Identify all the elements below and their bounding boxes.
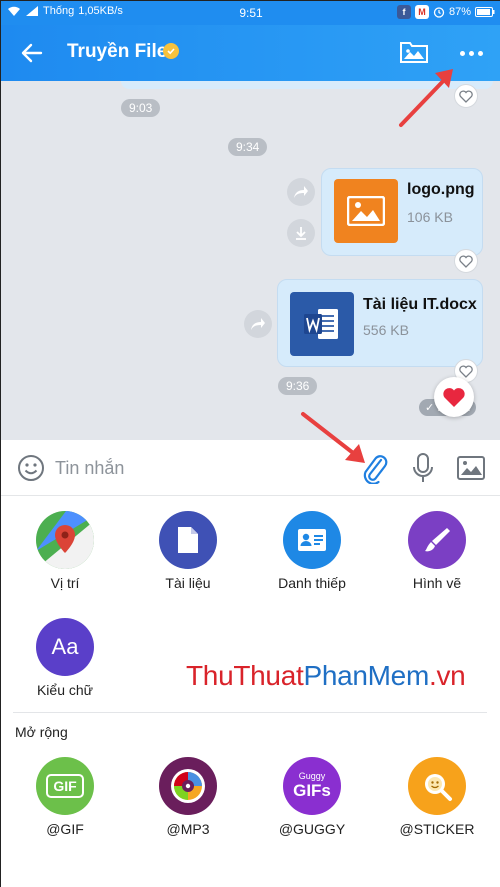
previous-message-bubble[interactable] [121, 81, 493, 89]
download-button[interactable] [287, 219, 315, 247]
option-text-style[interactable]: Aa Kiểu chữ [5, 618, 125, 704]
react-heart-button[interactable] [454, 84, 478, 108]
file-size: 106 KB [407, 209, 453, 225]
battery-icon [475, 7, 495, 17]
option-label: @GUGGY [278, 821, 346, 837]
battery-percent: 87% [448, 6, 471, 18]
option-label: @STICKER [399, 821, 475, 837]
alarm-icon [433, 7, 445, 18]
text-style-icon: Aa [36, 618, 94, 676]
message-input-bar [1, 440, 500, 496]
contact-card-icon [283, 511, 341, 569]
option-drawing[interactable]: Hình vẽ [377, 511, 497, 597]
option-label: @MP3 [166, 821, 210, 837]
brush-icon [408, 511, 466, 569]
file-size: 556 KB [363, 322, 409, 338]
download-icon [296, 227, 306, 240]
music-disc-icon [159, 757, 217, 815]
watermark: ThuThuatPhanMem.vn [186, 660, 466, 691]
option-document[interactable]: Tài liệu [128, 511, 248, 597]
option-label: Danh thiếp [278, 575, 346, 591]
attachment-panel: Vị trí Tài liệu Danh thiếp Hình vẽ Aa Ki… [1, 496, 500, 887]
media-folder-button[interactable] [399, 37, 433, 69]
heart-outline-icon [459, 89, 473, 103]
option-contact-card[interactable]: Danh thiếp [252, 511, 372, 597]
map-pin-icon [36, 511, 94, 569]
file-name: Tài liệu IT.docx [363, 296, 477, 313]
emoji-button[interactable] [17, 454, 45, 482]
heart-outline-icon [459, 364, 473, 378]
file-message-docx[interactable]: Tài liệu IT.docx 556 KB [277, 279, 483, 367]
image-icon [457, 456, 485, 480]
message-time: 9:36 [278, 377, 318, 395]
guggy-gifs-icon: Guggy GIFs [283, 757, 341, 815]
status-bar: Thống 1,05KB/s 9:51 f M 87% [1, 1, 500, 25]
photo-button[interactable] [456, 454, 486, 482]
option-label: Vị trí [50, 575, 80, 591]
gif-icon: GIF [36, 757, 94, 815]
more-options-button[interactable] [453, 37, 489, 69]
option-label: @GIF [46, 821, 84, 837]
chat-area: 9:03 9:34 logo.png 106 KB Tài liệu IT.do… [1, 81, 500, 440]
option-guggy[interactable]: Guggy GIFs @GUGGY [252, 757, 372, 843]
message-time: 9:03 [121, 99, 161, 117]
heart-outline-icon [459, 254, 473, 268]
chat-header: Truyền File [1, 25, 500, 81]
share-button[interactable] [287, 178, 315, 206]
message-input[interactable] [55, 454, 345, 482]
arrow-left-icon [21, 43, 43, 63]
option-label: Kiểu chữ [36, 682, 94, 698]
attach-button[interactable] [361, 452, 389, 485]
section-title: Mở rộng [15, 724, 68, 740]
heart-filled-icon [443, 387, 465, 407]
heart-reaction-button[interactable] [434, 377, 474, 417]
smiley-icon [18, 455, 44, 481]
word-file-icon [290, 292, 354, 356]
paperclip-icon [363, 455, 388, 485]
date-separator-time: 9:34 [228, 138, 268, 156]
share-button[interactable] [244, 310, 272, 338]
file-name: logo.png [407, 181, 475, 198]
microphone-icon [413, 453, 433, 482]
file-message-logo[interactable]: logo.png 106 KB [321, 168, 483, 256]
option-mp3[interactable]: @MP3 [128, 757, 248, 843]
document-icon [159, 511, 217, 569]
back-button[interactable] [15, 37, 49, 69]
sticker-search-icon [408, 757, 466, 815]
option-location[interactable]: Vị trí [5, 511, 125, 597]
option-gif[interactable]: GIF @GIF [5, 757, 125, 843]
voice-button[interactable] [409, 452, 437, 484]
chat-title[interactable]: Truyền File [67, 41, 167, 63]
option-label: Tài liệu [165, 575, 211, 591]
react-heart-button[interactable] [454, 249, 478, 273]
gmail-icon: M [414, 5, 429, 19]
option-label: Hình vẽ [412, 575, 462, 591]
folder-image-icon [400, 42, 428, 63]
image-file-icon [334, 179, 398, 243]
share-arrow-icon [251, 318, 265, 330]
divider [13, 712, 487, 713]
verified-badge-icon [163, 43, 179, 59]
share-arrow-icon [294, 186, 308, 198]
facebook-icon: f [396, 5, 411, 19]
option-sticker[interactable]: @STICKER [377, 757, 497, 843]
